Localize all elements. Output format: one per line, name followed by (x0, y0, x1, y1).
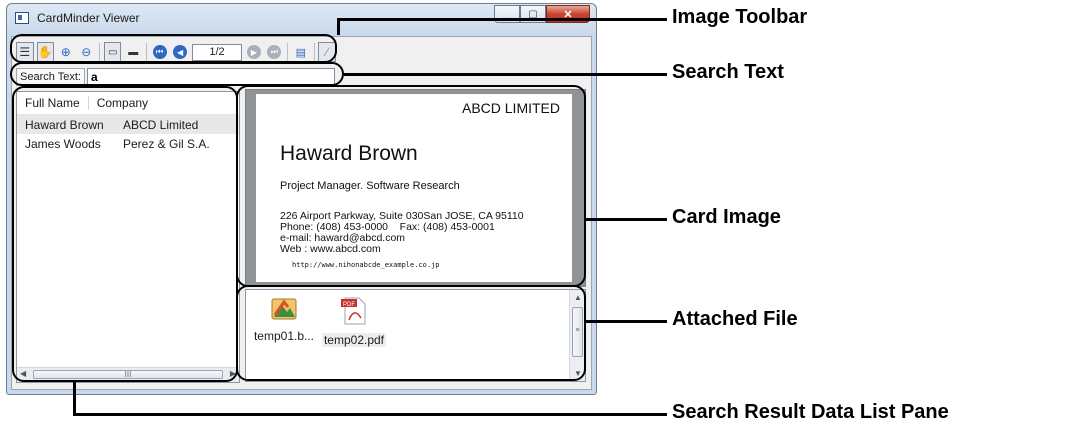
callout-line (73, 413, 667, 416)
callout-line (337, 18, 667, 21)
callout-result-list: Search Result Data List Pane (672, 401, 949, 423)
window-title: CardMinder Viewer (37, 11, 140, 25)
callout-attached-file: Attached File (672, 308, 798, 330)
callout-search-text: Search Text (672, 61, 784, 83)
app-icon (15, 12, 29, 24)
attached-file-highlight (236, 285, 586, 381)
result-list-highlight (12, 86, 238, 382)
callout-line (73, 382, 76, 416)
search-text-highlight (10, 62, 344, 86)
card-image-highlight (236, 85, 586, 287)
image-toolbar-highlight (10, 34, 337, 63)
callout-line (586, 218, 667, 221)
callout-line (344, 73, 667, 76)
callout-line (337, 19, 340, 35)
callout-line (586, 320, 667, 323)
callout-image-toolbar: Image Toolbar (672, 6, 808, 28)
callout-card-image: Card Image (672, 206, 781, 228)
